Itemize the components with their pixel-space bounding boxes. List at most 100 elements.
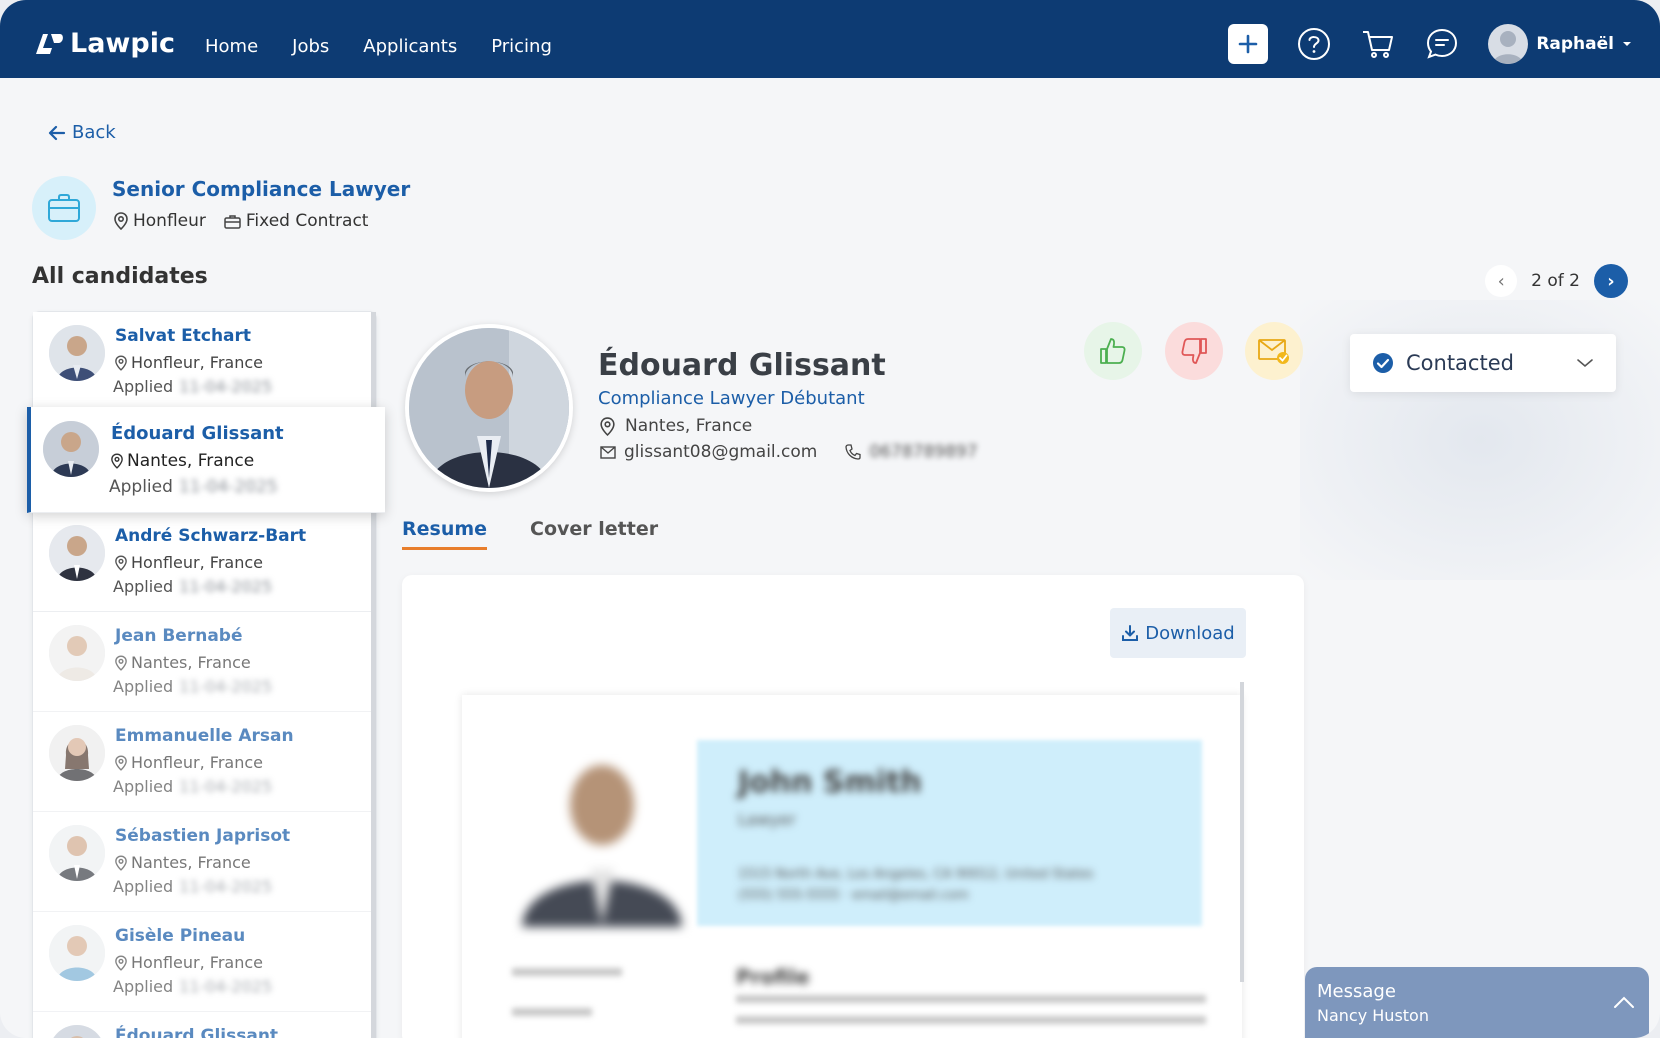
message-contact: Nancy Huston [1317, 1006, 1429, 1025]
candidate-applied: Applied 11-04-2025 [113, 977, 272, 996]
candidate-applied: Applied 11-04-2025 [109, 477, 278, 497]
back-link[interactable]: Back [48, 122, 116, 143]
job-icon-badge [32, 176, 96, 240]
candidate-avatar [49, 925, 105, 981]
candidates-heading: All candidates [32, 264, 208, 289]
candidate-location: Honfleur, France [115, 553, 263, 572]
candidate-location-text: Honfleur, France [131, 353, 263, 372]
job-location-text: Honfleur [133, 211, 206, 231]
briefcase-icon [48, 194, 80, 222]
location-pin-icon [115, 654, 127, 671]
candidate-applied: Applied 11-04-2025 [113, 577, 272, 596]
tab-cover-letter[interactable]: Cover letter [530, 518, 658, 540]
resume-doc-name: John Smith [738, 765, 922, 800]
resume-doc-section: Profile [736, 965, 810, 989]
candidate-item[interactable]: André Schwarz-Bart Honfleur, France Appl… [33, 512, 373, 612]
page-indicator: 2 of 2 [1531, 271, 1580, 291]
location-pin-icon [115, 554, 127, 571]
brand-logo[interactable]: Lawpic [32, 28, 175, 59]
email-icon [600, 445, 616, 459]
message-widget[interactable]: Message Nancy Huston [1305, 967, 1649, 1038]
profile-phone: 0678789897 [869, 442, 978, 462]
back-label: Back [72, 122, 116, 143]
job-contract-text: Fixed Contract [245, 211, 369, 231]
main-nav: Home Jobs Applicants Pricing [205, 36, 552, 57]
job-title[interactable]: Senior Compliance Lawyer [112, 177, 410, 201]
profile-email[interactable]: glissant08@gmail.com [624, 442, 817, 462]
thumbs-down-icon [1181, 338, 1207, 364]
candidate-name: Sébastien Japrisot [115, 826, 291, 846]
user-avatar [1488, 24, 1529, 64]
candidate-applied: Applied 11-04-2025 [113, 777, 272, 796]
applied-label: Applied [113, 677, 174, 696]
candidate-location: Honfleur, France [115, 753, 263, 772]
profile-contact: glissant08@gmail.com 0678789897 [600, 442, 978, 462]
candidate-item[interactable]: Sébastien Japrisot Nantes, France Applie… [33, 812, 373, 912]
top-nav: Lawpic Home Jobs Applicants Pricing Raph… [0, 0, 1660, 78]
candidate-location-text: Honfleur, France [131, 553, 263, 572]
candidate-item[interactable]: Salvat Etchart Honfleur, France Applied … [33, 312, 373, 412]
candidate-item[interactable]: Emmanuelle Arsan Honfleur, France Applie… [33, 712, 373, 812]
help-button[interactable] [1296, 26, 1332, 62]
candidate-item[interactable]: Jean Bernabé Nantes, France Applied 11-0… [33, 612, 373, 712]
resume-text-line [512, 968, 622, 976]
location-pin-icon [114, 212, 128, 230]
job-meta: Honfleur Fixed Contract [114, 211, 368, 231]
resume-text-line [512, 1008, 592, 1016]
person-photo-icon [49, 325, 105, 381]
caret-down-icon [1623, 42, 1631, 46]
candidate-avatar [49, 825, 105, 881]
candidate-avatar [49, 625, 105, 681]
candidate-location-text: Nantes, France [127, 451, 255, 471]
next-page-button[interactable]: › [1594, 264, 1628, 298]
candidate-list[interactable]: Salvat Etchart Honfleur, France Applied … [27, 311, 385, 1038]
candidate-applied: Applied 11-04-2025 [113, 377, 272, 396]
tab-resume[interactable]: Resume [402, 518, 488, 550]
candidate-avatar [49, 725, 105, 781]
candidate-item[interactable]: Édouard Glissant [33, 1012, 373, 1038]
user-menu[interactable]: Raphaël [1488, 24, 1632, 64]
candidate-name: Jean Bernabé [115, 626, 243, 646]
profile-location-text: Nantes, France [625, 416, 753, 436]
chat-icon [1427, 28, 1458, 59]
status-dropdown[interactable]: Contacted [1350, 334, 1616, 392]
nav-home[interactable]: Home [205, 36, 258, 57]
nav-applicants[interactable]: Applicants [363, 36, 457, 57]
candidate-location-text: Honfleur, France [131, 753, 263, 772]
message-title: Message [1317, 981, 1396, 1002]
candidate-item-selected[interactable]: Édouard Glissant Nantes, France Applied … [27, 407, 385, 513]
applied-label: Applied [109, 477, 173, 497]
profile-name: Édouard Glissant [598, 348, 886, 383]
applied-label: Applied [113, 777, 174, 796]
document-scrollbar[interactable] [1240, 682, 1244, 982]
chevron-up-icon[interactable] [1613, 995, 1635, 1009]
cart-button[interactable] [1360, 26, 1396, 62]
nav-jobs[interactable]: Jobs [292, 36, 329, 57]
email-sent-button[interactable] [1245, 322, 1303, 380]
add-button[interactable] [1228, 24, 1269, 64]
applied-date: 11-04-2025 [179, 977, 273, 996]
chevron-down-icon [1577, 359, 1593, 368]
resume-text-line [736, 995, 1206, 1003]
download-button[interactable]: Download [1110, 608, 1246, 658]
location-pin-icon [115, 854, 127, 871]
nav-pricing[interactable]: Pricing [491, 36, 552, 57]
messages-button[interactable] [1424, 26, 1460, 62]
candidate-applied: Applied 11-04-2025 [113, 677, 272, 696]
prev-page-button[interactable]: ‹ [1485, 265, 1518, 297]
resume-doc-contact: (555) 555-5555 · email@email.com [738, 888, 969, 903]
applied-date: 11-04-2025 [179, 877, 273, 896]
like-button[interactable] [1084, 322, 1142, 380]
lawpic-logo-icon [36, 33, 63, 54]
person-icon [1493, 31, 1524, 64]
download-icon [1122, 625, 1139, 641]
candidate-avatar [49, 325, 105, 381]
job-contract: Fixed Contract [224, 211, 369, 231]
candidate-location-text: Nantes, France [131, 853, 251, 872]
candidate-item[interactable]: Gisèle Pineau Honfleur, France Applied 1… [33, 912, 373, 1012]
dislike-button[interactable] [1165, 322, 1223, 380]
candidate-avatar [43, 421, 99, 477]
applied-label: Applied [113, 377, 174, 396]
candidate-location: Nantes, France [115, 853, 251, 872]
person-photo-icon [49, 725, 105, 781]
